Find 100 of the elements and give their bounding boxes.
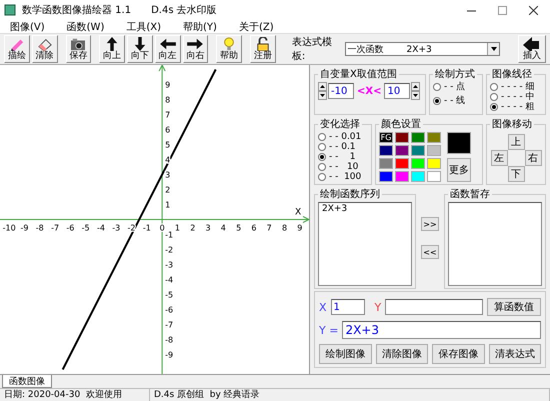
- current-color-preview: [447, 132, 471, 154]
- color-swatch[interactable]: [427, 132, 441, 143]
- radio-button[interactable]: [433, 83, 441, 91]
- color-swatch[interactable]: [411, 145, 425, 156]
- radio-option[interactable]: - - 100: [318, 172, 368, 182]
- spin-down-button[interactable]: [318, 91, 327, 100]
- radio-label: - - - - 中: [501, 92, 534, 102]
- y-tick-label: -3: [165, 260, 174, 270]
- action-button[interactable]: 清除图像: [376, 344, 428, 364]
- insert-button[interactable]: 插入: [518, 35, 546, 63]
- radio-label: - - 点: [444, 82, 466, 92]
- move-right-button[interactable]: 右: [524, 150, 542, 166]
- radio-option[interactable]: - - 1: [318, 152, 368, 162]
- action-button[interactable]: 绘制图像: [319, 344, 372, 364]
- x-input[interactable]: 1: [330, 299, 365, 315]
- radio-button[interactable]: [318, 173, 326, 181]
- color-swatch[interactable]: [395, 158, 409, 169]
- y-input[interactable]: [385, 299, 484, 315]
- color-swatch[interactable]: [379, 158, 393, 169]
- color-swatch[interactable]: [427, 171, 441, 182]
- x-tick-label: 8: [282, 224, 288, 232]
- radio-button[interactable]: [490, 83, 498, 91]
- radio-option[interactable]: - - - - 细: [490, 82, 542, 92]
- color-swatch[interactable]: [427, 158, 441, 169]
- radio-option[interactable]: - - - - 中: [490, 92, 542, 102]
- radio-label: - - 10: [329, 162, 358, 172]
- action-button[interactable]: 保存图像: [432, 344, 484, 364]
- color-swatch[interactable]: [395, 171, 409, 182]
- toolbar-button[interactable]: 注册: [250, 35, 276, 63]
- x-tick-label: 6: [251, 224, 256, 232]
- close-icon[interactable]: [529, 6, 538, 14]
- expression-input[interactable]: 2X+3: [342, 321, 541, 339]
- function-list[interactable]: 2X+3: [318, 202, 412, 286]
- menu-item[interactable]: 关于(Z): [238, 20, 274, 34]
- calc-button[interactable]: 算函数值: [487, 298, 541, 316]
- color-swatch[interactable]: [411, 132, 425, 143]
- x-tick-label: -9: [20, 224, 28, 232]
- window-title: 数学函数图像描绘器 1.1: [22, 4, 132, 17]
- toolbar-button[interactable]: 向上: [99, 35, 126, 63]
- toolbar-button[interactable]: 向左: [154, 35, 181, 63]
- y-tick-label: -7: [165, 320, 174, 330]
- template-dropdown[interactable]: 一次函数 2X+3: [344, 42, 500, 56]
- x-tick-label: -10: [2, 224, 16, 232]
- menu-item[interactable]: 函数(W): [66, 20, 104, 34]
- toolbar-button[interactable]: 保存: [66, 35, 92, 63]
- menu-item[interactable]: 工具(X): [126, 20, 162, 34]
- radio-option[interactable]: - - 线: [433, 96, 479, 106]
- x-tick-label: -7: [51, 224, 60, 232]
- y-tick-label: -5: [165, 290, 174, 300]
- color-swatch[interactable]: [411, 171, 425, 182]
- color-swatch[interactable]: FG: [379, 132, 393, 143]
- radio-option[interactable]: - - - - 粗: [490, 102, 542, 112]
- color-swatch[interactable]: [411, 158, 425, 169]
- radio-label: - - - - 细: [501, 82, 534, 92]
- spin-up-button[interactable]: [318, 82, 327, 91]
- toolbar-button[interactable]: 向下: [127, 35, 153, 63]
- spin-down-button[interactable]: [411, 91, 420, 100]
- color-swatch[interactable]: [427, 145, 441, 156]
- color-swatch[interactable]: [379, 145, 393, 156]
- menu-item[interactable]: 帮助(Y): [183, 20, 217, 34]
- radio-button[interactable]: [318, 143, 326, 151]
- action-button[interactable]: 清表达式: [488, 344, 541, 364]
- radio-option[interactable]: - - 0.01: [318, 132, 368, 142]
- left-arrow-icon: [523, 37, 542, 51]
- color-swatch[interactable]: [379, 171, 393, 182]
- tab[interactable]: 函数图像: [2, 375, 52, 388]
- radio-button[interactable]: [318, 133, 326, 141]
- radio-label: - - 0.01: [329, 132, 362, 142]
- toolbar-button[interactable]: 帮助: [216, 35, 242, 63]
- toolbar-button[interactable]: 向右: [182, 35, 208, 63]
- radio-option[interactable]: - - 点: [433, 82, 479, 92]
- move-up-button[interactable]: 上: [508, 134, 524, 150]
- range-symbol: <X<: [357, 86, 382, 96]
- spin-up-button[interactable]: [411, 82, 420, 91]
- group-title: 绘制函数序列: [319, 188, 381, 201]
- radio-option[interactable]: - - 10: [318, 162, 368, 172]
- radio-label: - - - - 粗: [501, 102, 534, 112]
- more-colors-button[interactable]: 更多: [447, 158, 471, 182]
- x-tick-label: 7: [266, 224, 272, 232]
- radio-button[interactable]: [433, 97, 441, 105]
- radio-button[interactable]: [490, 93, 498, 101]
- radio-button[interactable]: [318, 163, 326, 171]
- move-left-button[interactable]: 左: [490, 150, 508, 166]
- color-swatch[interactable]: [395, 132, 409, 143]
- move-down-button[interactable]: 下: [508, 166, 524, 182]
- max-input[interactable]: 10: [384, 83, 410, 99]
- menu-item[interactable]: 图像(V): [10, 20, 45, 34]
- toolbar-button[interactable]: 描绘: [4, 35, 30, 63]
- stash-list[interactable]: [448, 202, 542, 286]
- min-input[interactable]: -10: [328, 83, 354, 99]
- maximize-icon[interactable]: [498, 6, 507, 14]
- radio-button[interactable]: [318, 153, 326, 161]
- radio-option[interactable]: - - 0.1: [318, 142, 368, 152]
- list-item[interactable]: 2X+3: [322, 204, 408, 214]
- color-swatch[interactable]: [395, 145, 409, 156]
- transfer-button[interactable]: <<: [421, 245, 439, 259]
- toolbar-button[interactable]: 清除: [32, 35, 58, 63]
- transfer-button[interactable]: >>: [421, 217, 439, 231]
- radio-button[interactable]: [490, 103, 498, 111]
- window-subtitle: D.4s 去水印版: [151, 4, 217, 17]
